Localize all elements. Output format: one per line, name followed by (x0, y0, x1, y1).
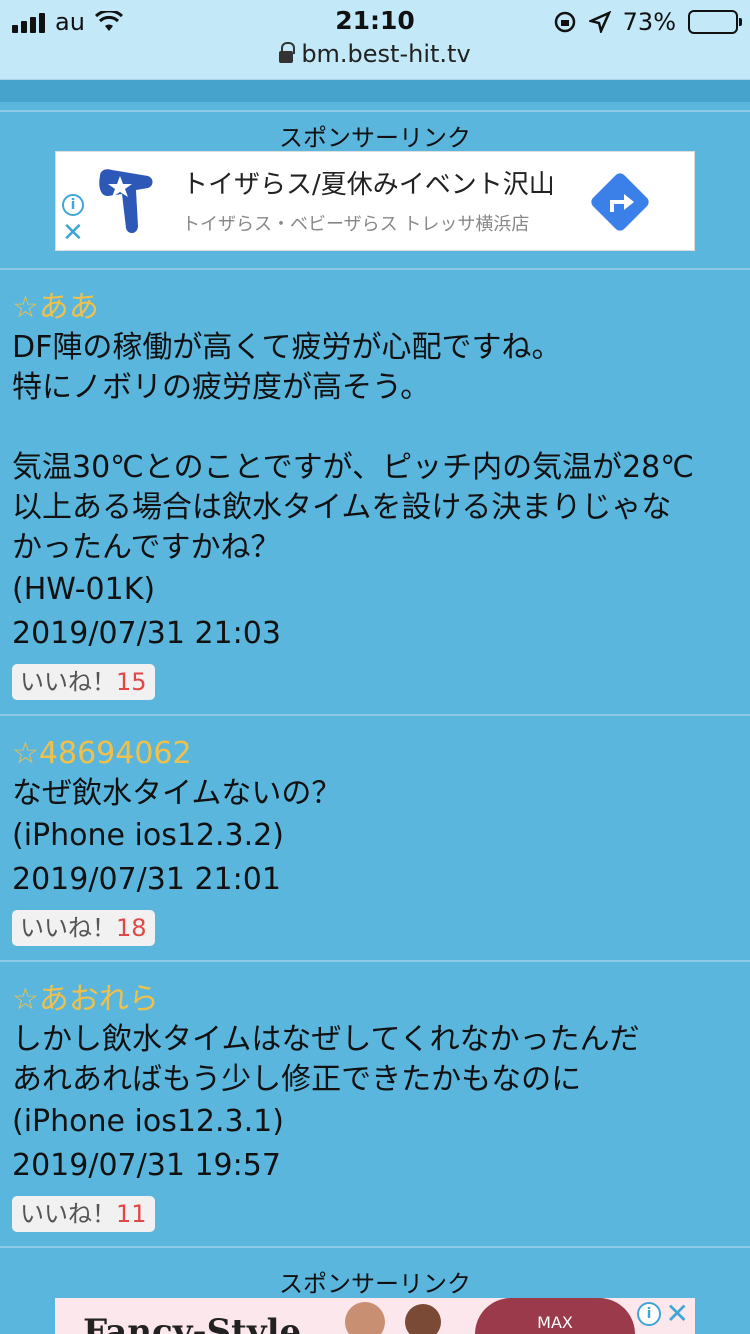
post-datetime: 2019/07/31 19:57 (12, 1148, 281, 1183)
post-author: ☆あおれら (12, 982, 159, 1017)
orientation-lock-icon (554, 11, 575, 33)
sponsor-label: スポンサーリンク (279, 124, 471, 152)
ad-banner-text: Fancy-Style (83, 1312, 302, 1334)
ad-title: トイザらス/夏休みイベント沢山 (182, 170, 555, 200)
battery-percent: 73% (622, 8, 676, 36)
ad-model-image (345, 1302, 385, 1334)
post-body: DF陣の稼働が高くて疲労が心配ですね。 特にノボリの疲労度が高そう。 気温30℃… (12, 330, 694, 565)
directions-icon[interactable] (584, 166, 656, 238)
like-button[interactable]: いいね！18 (12, 910, 155, 946)
ad-badge: MAX (475, 1298, 635, 1334)
divider (0, 268, 750, 270)
post-item: ☆あおれら しかし飲水タイムはなぜしてくれなかったんだ あれあればもう少し修正で… (12, 980, 750, 1232)
location-icon (588, 11, 611, 33)
ad-subtitle: トイザらス・ベビーザらス トレッサ横浜店 (182, 214, 530, 235)
like-label: いいね！ (20, 1200, 116, 1228)
post-device: (iPhone ios12.3.1) (12, 1104, 284, 1139)
toysrus-logo-icon (99, 169, 153, 234)
post-body: しかし飲水タイムはなぜしてくれなかったんだ あれあればもう少し修正できたかもなの… (12, 1022, 640, 1097)
ad-model-image (405, 1304, 441, 1334)
divider (0, 110, 750, 112)
ad-banner-bottom[interactable]: Fancy-Style MAX i ✕ (55, 1298, 695, 1334)
post-body: なぜ飲水タイムないの？ (12, 776, 342, 811)
post-device: (HW-01K) (12, 572, 156, 607)
lock-icon (279, 42, 296, 64)
status-right: 73% (553, 8, 742, 36)
like-button[interactable]: いいね！15 (12, 664, 155, 700)
like-count: 18 (116, 914, 147, 942)
post-item: ☆ああ DF陣の稼働が高くて疲労が心配ですね。 特にノボリの疲労度が高そう。 気… (12, 288, 750, 700)
close-icon[interactable]: ✕ (666, 1298, 689, 1330)
post-datetime: 2019/07/31 21:03 (12, 616, 281, 651)
address-bar[interactable]: bm.best-hit.tv (0, 40, 750, 68)
post-device: (iPhone ios12.3.2) (12, 818, 284, 853)
divider (0, 1246, 750, 1248)
like-label: いいね！ (20, 668, 116, 696)
like-label: いいね！ (20, 914, 116, 942)
page-header-band (0, 80, 750, 102)
info-icon[interactable]: i (637, 1302, 661, 1326)
like-button[interactable]: いいね！11 (12, 1196, 155, 1232)
like-count: 15 (116, 668, 147, 696)
divider (0, 960, 750, 962)
info-icon[interactable]: i (62, 194, 84, 216)
sponsor-label: スポンサーリンク (279, 1270, 471, 1298)
post-author: ☆ああ (12, 290, 99, 325)
post-datetime: 2019/07/31 21:01 (12, 862, 281, 897)
status-bar: au 21:10 73% bm.best-hit.tv (0, 0, 750, 80)
post-author: ☆48694062 (12, 736, 192, 771)
close-icon[interactable]: ✕ (62, 220, 84, 246)
battery-icon (688, 10, 742, 34)
ad-banner[interactable]: トイザらス/夏休みイベント沢山 トイザらス・ベビーザらス トレッサ横浜店 i ✕ (55, 151, 695, 251)
like-count: 11 (116, 1200, 147, 1228)
divider (0, 714, 750, 716)
url-text: bm.best-hit.tv (301, 40, 471, 68)
post-item: ☆48694062 なぜ飲水タイムないの？ (iPhone ios12.3.2)… (12, 734, 750, 946)
